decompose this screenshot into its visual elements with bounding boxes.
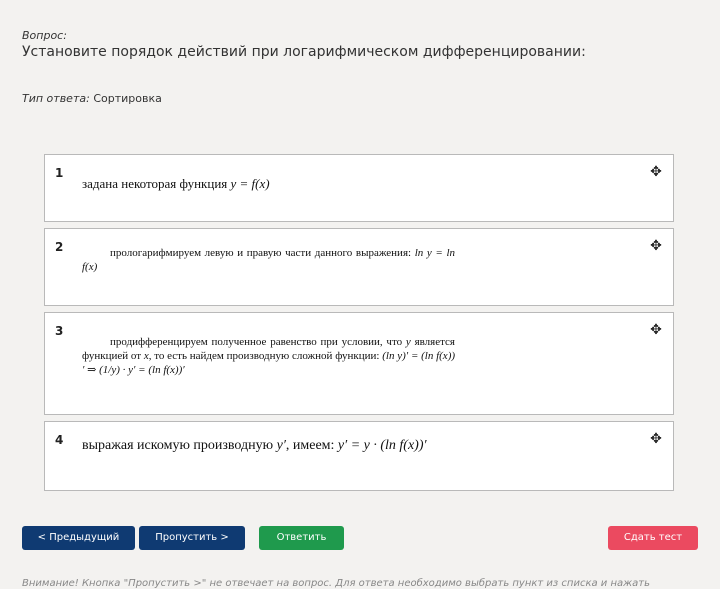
item-content: выражая искомую производную y′, имеем: y… — [82, 438, 455, 454]
item-number: 4 — [55, 433, 64, 447]
question-label: Вопрос: — [22, 29, 67, 42]
sortable-item-2[interactable]: 2 прологарифмируем левую и правую части … — [44, 228, 674, 306]
sortable-item-4[interactable]: 4 выражая искомую производную y′, имеем:… — [44, 421, 674, 491]
item-content: прологарифмируем левую и правую части да… — [82, 246, 455, 274]
item-text: прологарифмируем левую и правую части да… — [110, 247, 412, 259]
move-icon[interactable]: ✥ — [649, 165, 663, 179]
item-text: задана некоторая функция — [82, 176, 228, 191]
move-icon[interactable]: ✥ — [649, 323, 663, 337]
item-math-a: y′ — [276, 438, 286, 453]
answer-type-value: Сортировка — [93, 92, 162, 105]
item-math-a: y — [405, 336, 411, 348]
answer-type-label: Тип ответа: — [22, 92, 90, 105]
move-icon[interactable]: ✥ — [649, 432, 663, 446]
question-text: Установите порядок действий при логарифм… — [22, 44, 586, 60]
item-number: 2 — [55, 240, 64, 254]
item-math: y = f(x) — [230, 176, 270, 191]
item-text-c: , то есть найдем производную сложной фун… — [148, 350, 380, 362]
answer-button[interactable]: Ответить — [259, 526, 344, 550]
item-number: 1 — [55, 166, 64, 180]
skip-button[interactable]: Пропустить > — [139, 526, 245, 550]
sortable-item-1[interactable]: 1 задана некоторая функция y = f(x) ✥ — [44, 154, 674, 222]
move-icon[interactable]: ✥ — [649, 239, 663, 253]
item-text-a: продифференцируем полученное равенство п… — [110, 336, 403, 348]
item-text-a: выражая искомую производную — [82, 438, 274, 453]
previous-button[interactable]: < Предыдущий — [22, 526, 135, 550]
footer-note: Внимание! Кнопка "Пропустить >" не отвеч… — [22, 578, 650, 589]
item-math-b: y′ = y · (ln f(x))′ — [337, 438, 427, 453]
sortable-item-3[interactable]: 3 продифференцируем полученное равенство… — [44, 312, 674, 415]
item-text-b: , имеем: — [285, 438, 335, 453]
answer-type: Тип ответа: Сортировка — [22, 92, 162, 105]
item-content: продифференцируем полученное равенство п… — [82, 335, 455, 377]
item-number: 3 — [55, 324, 64, 338]
finish-test-button[interactable]: Сдать тест — [608, 526, 698, 550]
item-content: задана некоторая функция y = f(x) — [82, 176, 455, 192]
